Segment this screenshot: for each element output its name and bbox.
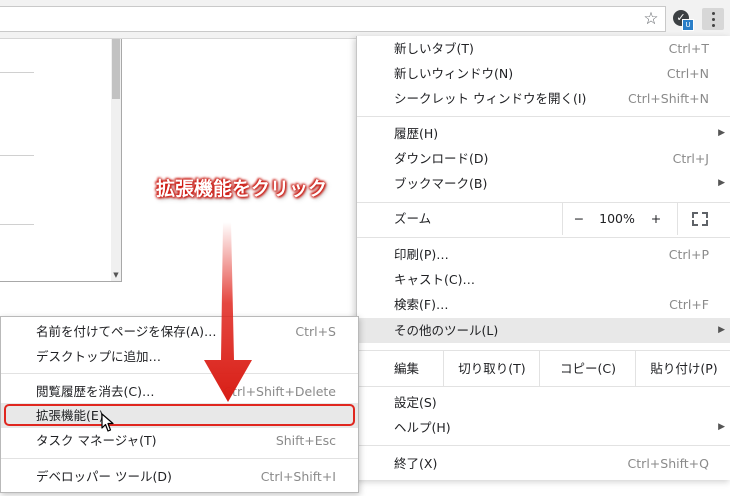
menu-item-shortcut: Ctrl+Shift+N [628,91,709,106]
menu-item-shortcut: Ctrl+P [668,247,709,262]
menu-item-downloads[interactable]: ダウンロード(D) Ctrl+J [357,146,730,171]
menu-item-label: 設定(S) [394,395,437,410]
fullscreen-icon [692,212,708,226]
zoom-row: ズーム − 100% + [357,203,730,235]
menu-item-label: ダウンロード(D) [394,151,489,166]
menu-separator [357,237,730,238]
edit-row: 編集 切り取り(T) コピー(C) 貼り付け(P) [357,350,730,387]
menu-item-shortcut: Ctrl+F [669,297,709,312]
menu-item-bookmarks[interactable]: ブックマーク(B) ▶ [357,171,730,196]
mouse-cursor-icon [101,413,114,432]
annotation-arrow-icon [204,222,252,402]
scroll-down-icon[interactable]: ▼ [111,271,121,279]
more-tools-submenu: 名前を付けてページを保存(A)… Ctrl+S デスクトップに追加… 閲覧履歴を… [0,316,359,493]
submenu-arrow-icon: ▶ [718,325,725,335]
menu-item-shortcut: Ctrl+J [672,151,709,166]
menu-item-label: シークレット ウィンドウを開く(I) [394,91,587,106]
submenu-arrow-icon: ▶ [718,422,725,432]
submenu-item-clear-history[interactable]: 閲覧履歴を消去(C)… Ctrl+Shift+Delete [1,379,358,404]
fullscreen-button[interactable] [677,203,726,235]
submenu-item-label: デスクトップに追加… [36,349,162,364]
menu-item-find[interactable]: 検索(F)… Ctrl+F [357,292,730,317]
submenu-item-shortcut: Shift+Esc [275,433,336,448]
menu-item-label: 履歴(H) [394,126,439,141]
submenu-item-shortcut: Ctrl+Shift+I [260,469,336,484]
menu-item-shortcut: Ctrl+T [668,41,709,56]
submenu-item-shortcut: Ctrl+S [295,324,336,339]
chrome-menu-button[interactable] [702,8,724,30]
edit-label: 編集 [394,361,420,376]
menu-item-new-window[interactable]: 新しいウィンドウ(N) Ctrl+N [357,61,730,86]
cut-button[interactable]: 切り取り(T) [443,351,540,386]
menu-item-label: 新しいタブ(T) [394,41,474,56]
menu-separator [357,116,730,117]
menu-item-label: 新しいウィンドウ(N) [394,66,514,81]
scrollbar-thumb[interactable] [112,39,120,99]
menu-item-exit[interactable]: 終了(X) Ctrl+Shift+Q [357,451,730,476]
submenu-item-add-to-desktop[interactable]: デスクトップに追加… [1,344,358,369]
browser-toolbar: ☆ ✓ U [0,0,730,39]
menu-item-label: キャスト(C)… [394,272,475,287]
menu-item-shortcut: Ctrl+Shift+Q [627,456,709,471]
submenu-item-label: 閲覧履歴を消去(C)… [36,384,155,399]
bookmark-star-icon[interactable]: ☆ [640,8,662,30]
submenu-item-label: デベロッパー ツール(D) [36,469,172,484]
zoom-level: 100% [599,211,635,226]
panel-scrollbar[interactable]: ▼ [111,39,121,281]
menu-item-label: その他のツール(L) [394,323,499,338]
menu-separator [1,458,358,459]
menu-item-more-tools[interactable]: その他のツール(L) ▶ [357,318,730,343]
kebab-dot [712,18,715,21]
zoom-label: ズーム [394,211,432,226]
page-content-panel: ▼ [0,39,122,282]
submenu-item-developer-tools[interactable]: デベロッパー ツール(D) Ctrl+Shift+I [1,464,358,489]
menu-item-label: 印刷(P)… [394,247,449,262]
menu-item-label: ヘルプ(H) [394,420,451,435]
annotation-callout: 拡張機能をクリック [156,178,328,200]
extension-icon[interactable]: ✓ U [673,10,694,31]
menu-separator [1,373,358,374]
submenu-item-save-page[interactable]: 名前を付けてページを保存(A)… Ctrl+S [1,319,358,344]
submenu-arrow-icon: ▶ [718,128,725,138]
copy-button[interactable]: コピー(C) [539,351,636,386]
kebab-dot [712,24,715,27]
kebab-dot [712,12,715,15]
menu-item-settings[interactable]: 設定(S) [357,390,730,415]
page-divider [0,72,34,73]
menu-item-history[interactable]: 履歴(H) ▶ [357,121,730,146]
menu-item-label: 検索(F)… [394,297,449,312]
zoom-in-button[interactable]: + [640,203,672,235]
menu-separator [357,445,730,446]
extension-badge: U [682,19,694,31]
menu-item-new-tab[interactable]: 新しいタブ(T) Ctrl+T [357,36,730,61]
page-divider [0,224,34,225]
menu-item-shortcut: Ctrl+N [666,66,709,81]
menu-item-help[interactable]: ヘルプ(H) ▶ [357,415,730,440]
menu-item-cast[interactable]: キャスト(C)… [357,267,730,292]
submenu-arrow-icon: ▶ [718,178,725,188]
menu-item-label: 終了(X) [394,456,438,471]
address-bar[interactable] [0,6,666,32]
menu-item-print[interactable]: 印刷(P)… Ctrl+P [357,242,730,267]
submenu-item-task-manager[interactable]: タスク マネージャ(T) Shift+Esc [1,428,358,453]
zoom-out-button[interactable]: − [562,203,595,235]
menu-item-label: ブックマーク(B) [394,176,488,191]
page-divider [0,155,34,156]
paste-button[interactable]: 貼り付け(P) [635,351,730,386]
chrome-main-menu: 新しいタブ(T) Ctrl+T 新しいウィンドウ(N) Ctrl+N シークレッ… [356,36,730,480]
submenu-item-label: タスク マネージャ(T) [36,433,157,448]
menu-item-incognito[interactable]: シークレット ウィンドウを開く(I) Ctrl+Shift+N [357,86,730,111]
highlight-box [4,404,355,426]
